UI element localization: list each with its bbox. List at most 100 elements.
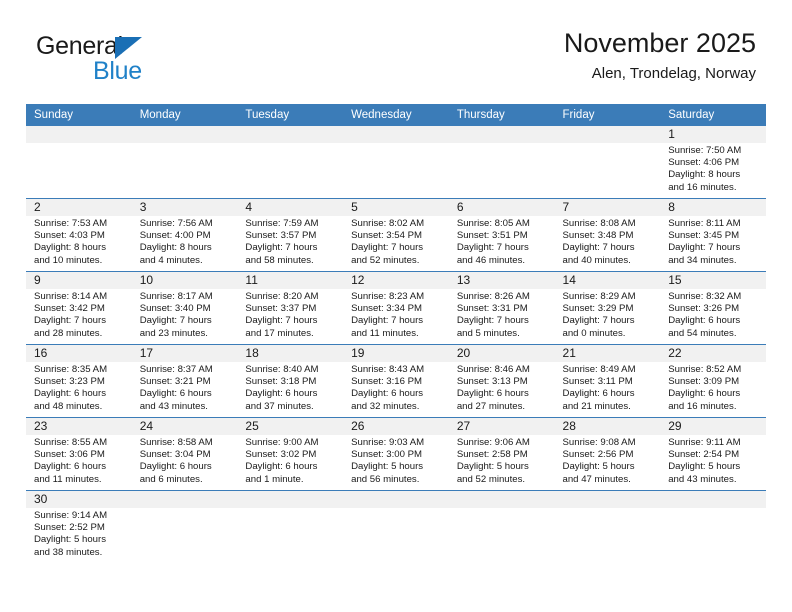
- day-details: Sunrise: 8:37 AM Sunset: 3:21 PM Daylight:…: [132, 362, 238, 413]
- sunset-text: Sunset: 3:18 PM: [245, 376, 317, 388]
- calendar-empty-cell: [448, 126, 555, 199]
- calendar-day-cell[interactable]: 3 Sunrise: 7:56 AM Sunset: 4:00 PM Daylight…: [131, 198, 238, 272]
- calendar-day-cell[interactable]: 30 Sunrise: 9:14 AM Sunset: 2:52 PM Dayligh…: [26, 490, 132, 563]
- calendar-day-cell[interactable]: 23 Sunrise: 8:55 AM Sunset: 3:06 PM Dayligh…: [26, 417, 132, 491]
- sunset-text: Sunset: 3:40 PM: [139, 303, 211, 315]
- sunrise-text: Sunrise: 7:59 AM: [245, 218, 319, 229]
- day-cell-inner: 29 Sunrise: 9:11 AM Sunset: 2:54 PM Dayligh…: [660, 418, 766, 490]
- calendar-week-row: 1 Sunrise: 7:50 AM Sunset: 4:06 PM Daylight…: [26, 126, 766, 199]
- day-number: 7: [554, 199, 661, 216]
- day-details: Sunrise: 8:08 AM Sunset: 3:48 PM Daylight:…: [555, 216, 661, 267]
- calendar-empty-cell: [26, 126, 132, 199]
- calendar-day-cell[interactable]: 10 Sunrise: 8:17 AM Sunset: 3:40 PM Dayligh…: [131, 271, 238, 345]
- daylight-text: Daylight: 6 hours: [562, 388, 635, 400]
- calendar-day-cell[interactable]: 19 Sunrise: 8:43 AM Sunset: 3:16 PM Dayligh…: [343, 344, 449, 418]
- calendar-day-cell[interactable]: 22 Sunrise: 8:52 AM Sunset: 3:09 PM Dayligh…: [660, 344, 766, 418]
- calendar-day-cell[interactable]: 15 Sunrise: 8:32 AM Sunset: 3:26 PM Dayligh…: [660, 271, 766, 345]
- calendar-day-cell[interactable]: 4 Sunrise: 7:59 AM Sunset: 3:57 PM Daylight…: [237, 198, 344, 272]
- day-number: 13: [448, 272, 555, 289]
- sunset-text: Sunset: 3:48 PM: [562, 230, 634, 242]
- day-details: Sunrise: 8:40 AM Sunset: 3:18 PM Daylight:…: [237, 362, 343, 413]
- day-number: 26: [343, 418, 449, 435]
- weekday-header-monday: Monday: [131, 104, 238, 126]
- day-details: Sunrise: 8:58 AM Sunset: 3:04 PM Daylight:…: [132, 435, 238, 486]
- daylight-text: Daylight: 5 hours: [668, 461, 741, 473]
- daylight-text: Daylight: 7 hours: [34, 315, 106, 327]
- daylight-text-cont: and 47 minutes.: [562, 473, 631, 485]
- daylight-text-cont: and 54 minutes.: [668, 327, 737, 339]
- daylight-text: Daylight: 6 hours: [139, 388, 212, 400]
- daylight-text-cont: and 32 minutes.: [351, 400, 420, 412]
- day-number: 8: [660, 199, 766, 216]
- calendar-day-cell[interactable]: 6 Sunrise: 8:05 AM Sunset: 3:51 PM Daylight…: [448, 198, 555, 272]
- day-number: 16: [26, 345, 132, 362]
- calendar-day-cell[interactable]: 9 Sunrise: 8:14 AM Sunset: 3:42 PM Daylight…: [26, 271, 132, 345]
- weekday-header-thursday: Thursday: [448, 104, 555, 126]
- sunrise-text: Sunrise: 8:37 AM: [139, 364, 213, 375]
- daylight-text: Daylight: 8 hours: [668, 169, 741, 181]
- calendar-day-cell[interactable]: 28 Sunrise: 9:08 AM Sunset: 2:56 PM Dayligh…: [554, 417, 661, 491]
- daylight-text: Daylight: 7 hours: [245, 242, 318, 254]
- calendar-day-cell[interactable]: 16 Sunrise: 8:35 AM Sunset: 3:23 PM Dayligh…: [26, 344, 132, 418]
- calendar-day-cell[interactable]: 2 Sunrise: 7:53 AM Sunset: 4:03 PM Daylight…: [26, 198, 132, 272]
- day-cell-inner: 24 Sunrise: 8:58 AM Sunset: 3:04 PM Dayligh…: [131, 418, 238, 490]
- sunset-text: Sunset: 3:54 PM: [351, 230, 423, 242]
- sunrise-text: Sunrise: 8:58 AM: [139, 437, 213, 448]
- calendar-day-cell[interactable]: 21 Sunrise: 8:49 AM Sunset: 3:11 PM Dayligh…: [554, 344, 661, 418]
- calendar-day-cell[interactable]: 1 Sunrise: 7:50 AM Sunset: 4:06 PM Daylight…: [660, 126, 766, 199]
- day-cell-inner: 18 Sunrise: 8:40 AM Sunset: 3:18 PM Dayligh…: [237, 345, 344, 417]
- calendar-empty-cell: [343, 490, 449, 563]
- day-number: 21: [554, 345, 661, 362]
- calendar-day-cell[interactable]: 5 Sunrise: 8:02 AM Sunset: 3:54 PM Daylight…: [343, 198, 449, 272]
- day-cell-inner: 9 Sunrise: 8:14 AM Sunset: 3:42 PM Daylight…: [26, 272, 132, 344]
- calendar-day-cell[interactable]: 20 Sunrise: 8:46 AM Sunset: 3:13 PM Dayligh…: [448, 344, 555, 418]
- calendar-day-cell[interactable]: 17 Sunrise: 8:37 AM Sunset: 3:21 PM Dayligh…: [131, 344, 238, 418]
- day-cell-inner: [131, 126, 238, 198]
- calendar-day-cell[interactable]: 8 Sunrise: 8:11 AM Sunset: 3:45 PM Daylight…: [660, 198, 766, 272]
- day-cell-inner: [237, 491, 344, 563]
- daylight-text-cont: and 28 minutes.: [34, 327, 103, 339]
- daylight-text-cont: and 6 minutes.: [139, 473, 203, 485]
- calendar-day-cell[interactable]: 18 Sunrise: 8:40 AM Sunset: 3:18 PM Dayligh…: [237, 344, 344, 418]
- sunrise-text: Sunrise: 8:43 AM: [351, 364, 425, 375]
- daylight-text: Daylight: 7 hours: [562, 242, 635, 254]
- calendar-day-cell[interactable]: 26 Sunrise: 9:03 AM Sunset: 3:00 PM Dayligh…: [343, 417, 449, 491]
- day-details: Sunrise: 9:06 AM Sunset: 2:58 PM Daylight:…: [449, 435, 555, 486]
- daylight-text: Daylight: 6 hours: [668, 388, 741, 400]
- sunrise-text: Sunrise: 8:49 AM: [562, 364, 636, 375]
- day-cell-inner: 19 Sunrise: 8:43 AM Sunset: 3:16 PM Dayligh…: [343, 345, 449, 417]
- day-cell-inner: 6 Sunrise: 8:05 AM Sunset: 3:51 PM Daylight…: [448, 199, 555, 271]
- sunset-text: Sunset: 2:56 PM: [562, 449, 634, 461]
- day-number: 22: [660, 345, 766, 362]
- day-details: Sunrise: 9:14 AM Sunset: 2:52 PM Daylight:…: [26, 508, 132, 559]
- day-cell-inner: 10 Sunrise: 8:17 AM Sunset: 3:40 PM Dayligh…: [131, 272, 238, 344]
- daylight-text-cont: and 17 minutes.: [245, 327, 314, 339]
- day-details: Sunrise: 8:43 AM Sunset: 3:16 PM Daylight:…: [343, 362, 449, 413]
- calendar-day-cell[interactable]: 27 Sunrise: 9:06 AM Sunset: 2:58 PM Dayligh…: [448, 417, 555, 491]
- calendar-day-cell[interactable]: 7 Sunrise: 8:08 AM Sunset: 3:48 PM Daylight…: [554, 198, 661, 272]
- sunrise-text: Sunrise: 8:26 AM: [456, 291, 530, 302]
- day-cell-inner: 8 Sunrise: 8:11 AM Sunset: 3:45 PM Daylight…: [660, 199, 766, 271]
- calendar-day-cell[interactable]: 29 Sunrise: 9:11 AM Sunset: 2:54 PM Dayligh…: [660, 417, 766, 491]
- day-cell-inner: 12 Sunrise: 8:23 AM Sunset: 3:34 PM Dayligh…: [343, 272, 449, 344]
- calendar-day-cell[interactable]: 11 Sunrise: 8:20 AM Sunset: 3:37 PM Dayligh…: [237, 271, 344, 345]
- calendar-day-cell[interactable]: 25 Sunrise: 9:00 AM Sunset: 3:02 PM Dayligh…: [237, 417, 344, 491]
- day-number: 15: [660, 272, 766, 289]
- day-details: Sunrise: 8:23 AM Sunset: 3:34 PM Daylight:…: [343, 289, 449, 340]
- calendar-day-cell[interactable]: 13 Sunrise: 8:26 AM Sunset: 3:31 PM Dayligh…: [448, 271, 555, 345]
- general-blue-logo: General Blue: [36, 34, 226, 94]
- sunset-text: Sunset: 3:00 PM: [351, 449, 423, 461]
- sunset-text: Sunset: 3:42 PM: [34, 303, 105, 315]
- daylight-text-cont: and 11 minutes.: [34, 473, 102, 485]
- logo-text-general: General: [36, 32, 123, 60]
- day-number: 10: [131, 272, 238, 289]
- calendar-empty-cell: [343, 126, 449, 199]
- calendar-body: 1 Sunrise: 7:50 AM Sunset: 4:06 PM Daylight…: [26, 126, 766, 563]
- day-cell-inner: 3 Sunrise: 7:56 AM Sunset: 4:00 PM Daylight…: [131, 199, 238, 271]
- sunset-text: Sunset: 3:06 PM: [34, 449, 105, 461]
- calendar-day-cell[interactable]: 24 Sunrise: 8:58 AM Sunset: 3:04 PM Dayligh…: [131, 417, 238, 491]
- sunset-text: Sunset: 4:03 PM: [34, 230, 105, 242]
- calendar-day-cell[interactable]: 14 Sunrise: 8:29 AM Sunset: 3:29 PM Dayligh…: [554, 271, 661, 345]
- calendar-day-cell[interactable]: 12 Sunrise: 8:23 AM Sunset: 3:34 PM Dayligh…: [343, 271, 449, 345]
- day-cell-inner: 21 Sunrise: 8:49 AM Sunset: 3:11 PM Dayligh…: [554, 345, 661, 417]
